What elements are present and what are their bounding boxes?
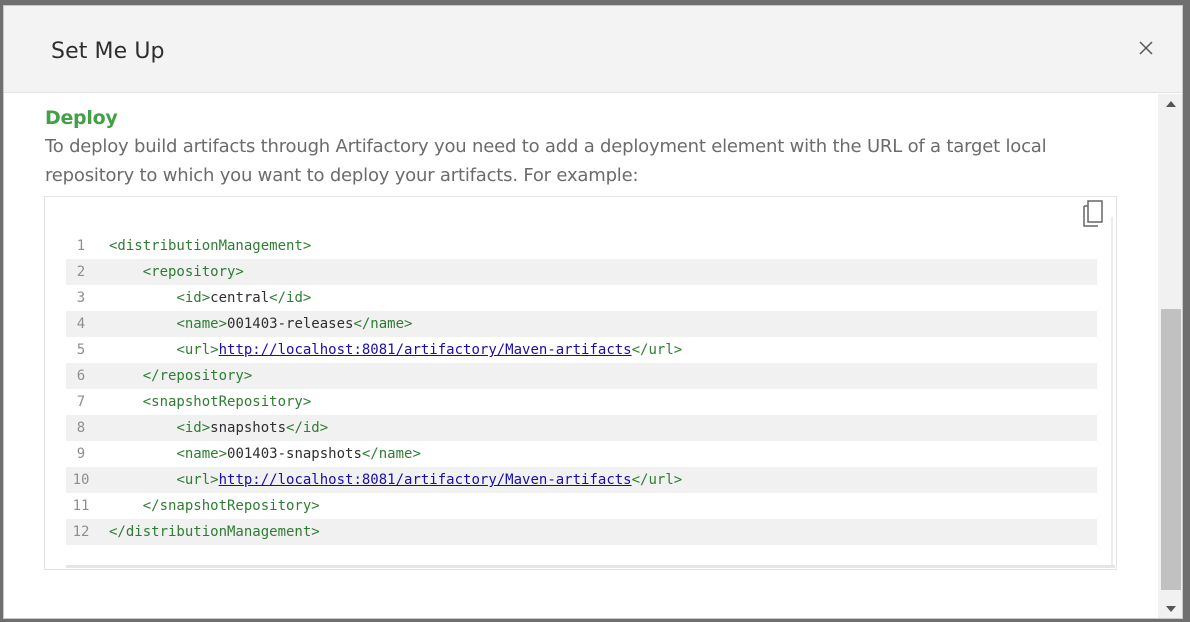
line-number: 10 [72,472,90,488]
code-text: <url>http://localhost:8081/artifactory/M… [109,337,682,363]
code-text: <name>001403-releases</name> [109,311,412,337]
section-description: To deploy build artifacts through Artifa… [45,136,1047,186]
code-snippet-panel: 1 <distributionManagement> 2 <repository> 3… [44,196,1117,570]
copy-icon [1083,200,1103,227]
line-number: 8 [76,420,86,436]
code-scroll-divider [1111,217,1113,567]
xml-tag: <id> [176,290,211,306]
copy-button[interactable] [1079,198,1107,230]
code-line: 9 <name>001403-snapshots</name> [66,441,1097,467]
horizontal-scrollbar[interactable] [66,565,1115,568]
xml-tag: </url> [631,472,683,488]
xml-tag: </id> [286,420,329,436]
code-line: 7 <snapshotRepository> [66,389,1097,415]
close-icon [1139,41,1153,55]
code-text: <id>snapshots</id> [109,415,328,441]
line-number: 6 [76,368,86,384]
repository-url-link[interactable]: http://localhost:8081/artifactory/Maven-… [219,342,632,358]
chevron-down-icon [1166,606,1176,612]
chevron-up-icon [1166,101,1176,107]
code-text: <id>central</id> [109,285,311,311]
section-title: Deploy [45,107,118,129]
code-line: 5 <url>http://localhost:8081/artifactory… [66,337,1097,363]
close-button[interactable] [1138,40,1154,56]
scrollbar-thumb[interactable] [1161,309,1181,590]
set-me-up-modal: Set Me Up Deploy To deploy build artifac… [3,5,1183,619]
line-number: 12 [72,524,90,540]
code-text: <name>001403-snapshots</name> [109,441,421,467]
line-number: 11 [72,498,90,514]
code-line: 10 <url>http://localhost:8081/artifactor… [66,467,1097,493]
code-text: </snapshotRepository> [109,493,320,519]
xml-tag: <id> [176,420,211,436]
xml-tag: <url> [176,472,219,488]
scroll-up-button[interactable] [1158,94,1182,114]
repository-url-link[interactable]: http://localhost:8081/artifactory/Maven-… [219,472,632,488]
code-line: 8 <id>snapshots</id> [66,415,1097,441]
scroll-down-button[interactable] [1158,599,1182,618]
vertical-scrollbar[interactable] [1158,94,1182,618]
xml-value: snapshots [210,420,287,436]
line-number: 1 [76,238,86,254]
code-text: <repository> [109,259,244,285]
code-lines: 1 <distributionManagement> 2 <repository> 3… [66,233,1097,545]
xml-value: 001403-releases [227,316,354,332]
modal-header: Set Me Up [4,6,1182,93]
code-line: 2 <repository> [66,259,1097,285]
code-text: <distributionManagement> [109,233,311,259]
code-text: <url>http://localhost:8081/artifactory/M… [109,467,682,493]
code-line: 1 <distributionManagement> [66,233,1097,259]
xml-tag: </url> [631,342,683,358]
line-number: 4 [76,316,86,332]
line-number: 5 [76,342,86,358]
code-line: 6 </repository> [66,363,1097,389]
code-text: </distributionManagement> [109,519,320,545]
line-number: 7 [76,394,86,410]
xml-tag: <repository> [142,264,244,280]
xml-value: central [210,290,270,306]
xml-tag: <name> [176,316,228,332]
code-line: 11 </snapshotRepository> [66,493,1097,519]
xml-tag: </name> [353,316,413,332]
code-text: </repository> [109,363,253,389]
xml-tag: </distributionManagement> [109,524,320,540]
line-number: 9 [76,446,86,462]
code-line: 3 <id>central</id> [66,285,1097,311]
xml-tag: </repository> [142,368,253,384]
modal-title: Set Me Up [51,39,165,64]
code-text: <snapshotRepository> [109,389,312,415]
xml-tag: </name> [361,446,421,462]
line-number: 3 [76,290,86,306]
code-line: 12 </distributionManagement> [66,519,1097,545]
line-number: 2 [76,264,86,280]
xml-tag: <distributionManagement> [109,238,312,254]
xml-tag: <snapshotRepository> [142,394,312,410]
xml-tag: <url> [176,342,219,358]
xml-value: 001403-snapshots [227,446,362,462]
xml-tag: <name> [176,446,228,462]
xml-tag: </id> [269,290,312,306]
code-line: 4 <name>001403-releases</name> [66,311,1097,337]
modal-body: Deploy To deploy build artifacts through… [4,94,1158,618]
xml-tag: </snapshotRepository> [142,498,320,514]
